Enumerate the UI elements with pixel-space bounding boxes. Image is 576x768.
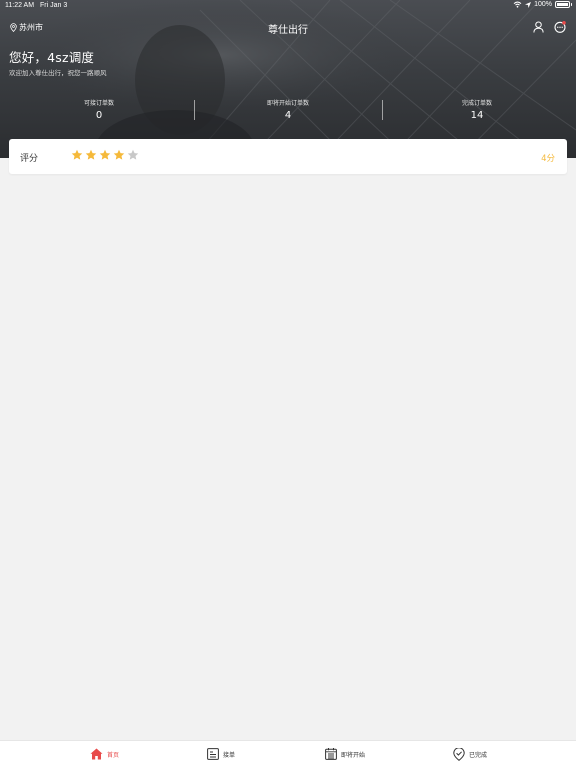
tab-label: 即将开始 bbox=[341, 751, 366, 759]
greeting-title: 您好，4sz调度 bbox=[9, 50, 95, 65]
stat-upcoming-orders[interactable]: 即将开始订单数 4 bbox=[228, 98, 348, 121]
tab-orders[interactable]: 接单 bbox=[207, 748, 235, 760]
header-banner: 11:22 AM Fri Jan 3 100% 苏州市 尊仕出行 您好，4sz调… bbox=[0, 0, 576, 158]
greeting-subtitle: 欢迎加入尊仕出行，祝您一路顺风 bbox=[9, 69, 107, 77]
stat-completed-orders[interactable]: 完成订单数 14 bbox=[417, 98, 537, 121]
star-filled-icon bbox=[113, 149, 125, 160]
stat-divider bbox=[382, 100, 383, 120]
greeting: 您好，4sz调度 欢迎加入尊仕出行，祝您一路顺风 bbox=[9, 47, 107, 77]
status-indicators: 100% bbox=[513, 1, 572, 8]
order-stats: 可接订单数 0 即将开始订单数 4 完成订单数 14 bbox=[0, 98, 576, 124]
rating-card: 评分 4分 bbox=[9, 139, 567, 174]
rating-stars bbox=[71, 149, 139, 161]
star-filled-icon bbox=[99, 149, 111, 160]
order-list-icon bbox=[207, 748, 219, 760]
star-filled-icon bbox=[71, 149, 83, 160]
stat-value: 0 bbox=[95, 110, 103, 121]
tab-label: 已完成 bbox=[469, 752, 488, 759]
stat-divider bbox=[194, 100, 195, 120]
stat-label: 完成订单数 bbox=[461, 100, 492, 107]
check-shield-icon bbox=[453, 748, 465, 761]
nav-actions bbox=[533, 21, 566, 33]
page-title: 尊仕出行 bbox=[268, 25, 308, 36]
battery-icon bbox=[555, 1, 572, 8]
stat-value: 14 bbox=[470, 110, 484, 121]
status-time: 11:22 AM bbox=[5, 2, 35, 9]
tab-label: 接单 bbox=[223, 751, 236, 759]
star-filled-icon bbox=[85, 149, 97, 160]
star-empty-icon bbox=[127, 149, 139, 160]
profile-icon[interactable] bbox=[533, 21, 544, 33]
rating-label: 评分 bbox=[20, 154, 39, 164]
battery-percent: 100% bbox=[534, 1, 552, 8]
tab-bar: 首页 接单 即将开始 已完成 bbox=[0, 740, 576, 768]
stat-label: 可接订单数 bbox=[83, 100, 114, 107]
stat-available-orders[interactable]: 可接订单数 0 bbox=[39, 98, 159, 121]
wifi-icon bbox=[513, 1, 522, 8]
tab-label: 首页 bbox=[107, 751, 120, 759]
status-bar: 11:22 AM Fri Jan 3 100% bbox=[0, 0, 576, 12]
stat-label: 即将开始订单数 bbox=[266, 100, 309, 107]
location-arrow-icon bbox=[525, 1, 532, 8]
rating-score: 4分 bbox=[541, 154, 555, 164]
tab-home[interactable]: 首页 bbox=[90, 748, 119, 760]
nav-bar: 苏州市 尊仕出行 bbox=[0, 18, 576, 38]
home-icon bbox=[90, 748, 103, 760]
tab-upcoming[interactable]: 即将开始 bbox=[325, 748, 365, 760]
tab-completed[interactable]: 已完成 bbox=[453, 748, 487, 761]
message-icon[interactable] bbox=[554, 21, 566, 33]
status-date: Fri Jan 3 bbox=[40, 2, 68, 9]
stat-value: 4 bbox=[284, 110, 292, 121]
calendar-list-icon bbox=[325, 748, 337, 760]
